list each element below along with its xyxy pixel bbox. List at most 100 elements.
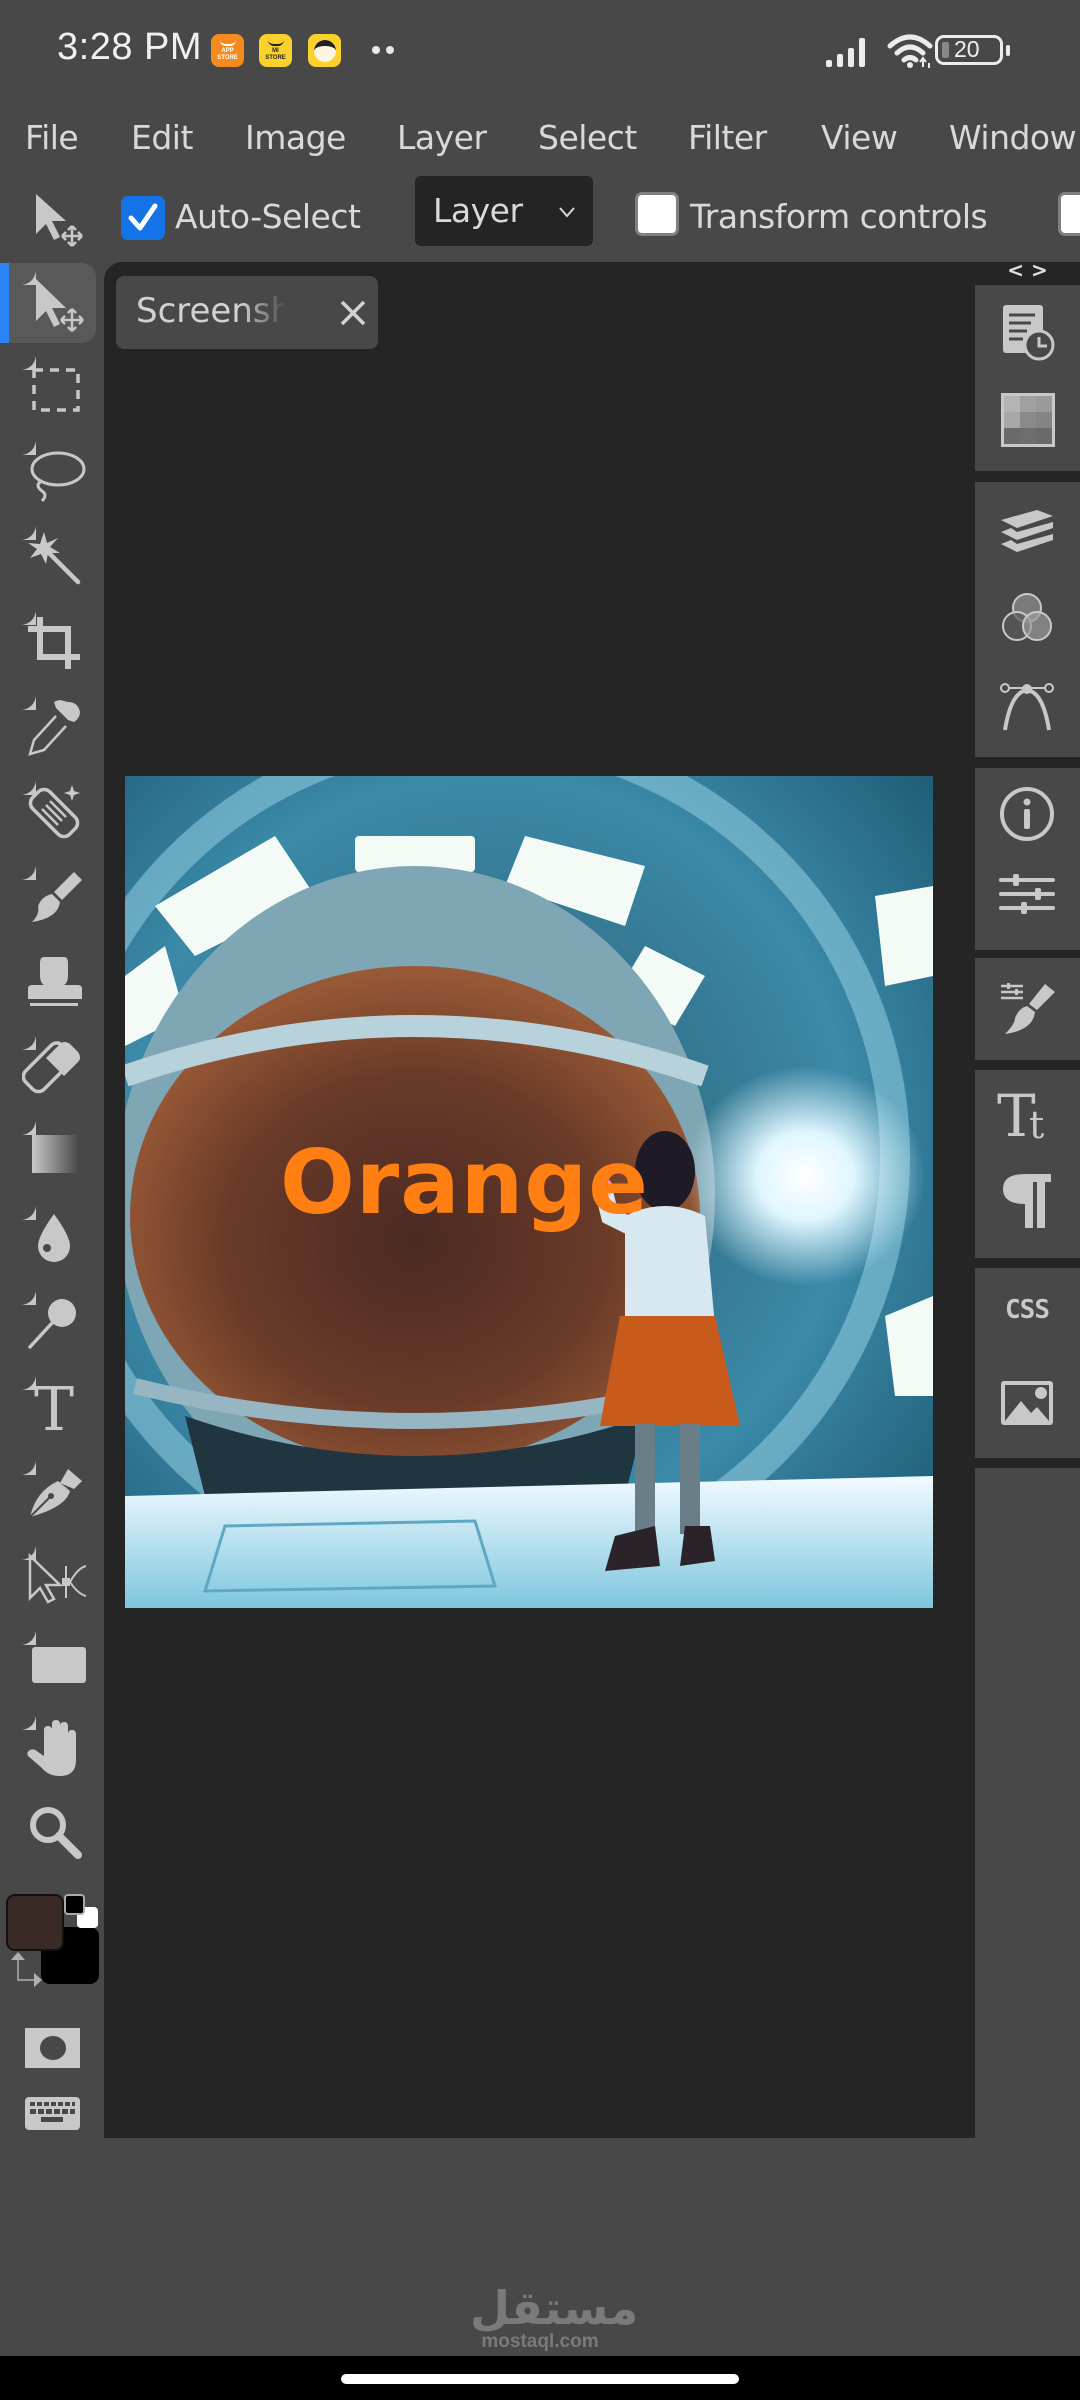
layers-icon: [1001, 510, 1053, 552]
tool-rectangle[interactable]: [8, 1623, 96, 1703]
canvas-text-layer[interactable]: Orange: [280, 1131, 649, 1234]
document-tab-name: Screenshot: [136, 291, 286, 331]
paragraph-icon: [1003, 1174, 1051, 1228]
auto-select-target-dropdown[interactable]: Layer: [415, 176, 593, 246]
keyboard-icon: [30, 2102, 75, 2122]
clock: 3:28 PM: [57, 26, 203, 68]
panel-group-layers: [975, 482, 1080, 757]
properties-panel-button[interactable]: [997, 868, 1057, 928]
menu-file[interactable]: File: [25, 100, 79, 176]
tool-healing-brush[interactable]: [8, 773, 96, 853]
channels-icon: [1002, 593, 1052, 641]
panel-collapse-toggle[interactable]: < >: [1000, 258, 1055, 282]
properties-icon: [999, 874, 1055, 914]
tool-crop[interactable]: [8, 603, 96, 683]
menu-image[interactable]: Image: [245, 100, 346, 176]
tool-path-selection[interactable]: [8, 1538, 96, 1618]
keyboard-button[interactable]: [25, 2097, 80, 2130]
menu-view[interactable]: View: [821, 100, 898, 176]
menu-layer[interactable]: Layer: [397, 100, 487, 176]
menu-filter[interactable]: Filter: [688, 100, 767, 176]
tool-type[interactable]: T: [8, 1368, 96, 1448]
panel-group-history-swatches: [975, 285, 1080, 471]
active-tool-indicator: [0, 263, 9, 343]
quick-mask-icon: [40, 2036, 66, 2060]
tool-pen[interactable]: [8, 1453, 96, 1533]
transform-controls-checkbox[interactable]: [635, 192, 679, 236]
tool-eraser[interactable]: [8, 1028, 96, 1108]
zoom-icon: [30, 1807, 82, 1859]
watermark-arabic: مستقل: [470, 2281, 639, 2335]
tool-lasso[interactable]: [8, 433, 96, 513]
auto-select-checkbox[interactable]: [121, 196, 165, 240]
home-indicator[interactable]: [341, 2374, 739, 2384]
tools-panel: T: [0, 262, 104, 2362]
tool-eyedropper[interactable]: [8, 688, 96, 768]
move-tool-icon: [36, 194, 83, 247]
tool-move[interactable]: [0, 263, 96, 343]
tool-brush[interactable]: [8, 858, 96, 938]
more-notifications-icon: [372, 46, 394, 54]
paths-panel-button[interactable]: [997, 674, 1057, 734]
default-colors-foreground[interactable]: [64, 1894, 85, 1915]
menu-edit[interactable]: Edit: [131, 100, 193, 176]
character-panel-button[interactable]: Tt: [997, 1082, 1057, 1150]
panel-group-css-image: CSS: [975, 1268, 1080, 1458]
color-swatches: [0, 1882, 104, 1992]
svg-text:t: t: [1029, 1103, 1044, 1142]
tool-gradient[interactable]: [8, 1113, 96, 1193]
tool-rectangular-marquee[interactable]: [8, 348, 96, 428]
extra-option-checkbox[interactable]: [1058, 192, 1080, 236]
system-nav-bar: [0, 2356, 1080, 2400]
layers-panel-button[interactable]: [997, 502, 1057, 562]
battery-icon: 20: [935, 35, 1010, 65]
menu-window[interactable]: Window: [949, 100, 1077, 176]
tool-hand[interactable]: [8, 1708, 96, 1788]
swatches-icon: [1001, 393, 1055, 447]
css-panel-button[interactable]: CSS: [997, 1290, 1057, 1330]
swatches-panel-button[interactable]: [997, 389, 1057, 449]
css-icon: CSS: [1005, 1295, 1050, 1325]
panel-group-brush-settings: [975, 958, 1080, 1060]
swap-colors-icon[interactable]: [8, 1952, 42, 1988]
panel-group-type: Tt: [975, 1070, 1080, 1258]
foreground-color-swatch[interactable]: [6, 1894, 64, 1951]
menu-bar: File Edit Image Layer Select Filter View…: [0, 100, 1080, 176]
image-panel-button[interactable]: [997, 1373, 1057, 1433]
options-bar: Auto-Select Layer Transform controls: [0, 176, 1080, 262]
close-icon[interactable]: [338, 298, 368, 328]
info-icon: [1000, 787, 1054, 841]
tool-dodge[interactable]: [8, 1283, 96, 1363]
panel-group-info-properties: [975, 768, 1080, 950]
watermark-latin: mostaql.com: [481, 2331, 599, 2352]
stamp-icon: [28, 957, 82, 1006]
quick-mask-button[interactable]: [25, 2028, 80, 2068]
tool-zoom[interactable]: [8, 1793, 96, 1873]
tool-blur[interactable]: [8, 1198, 96, 1278]
paragraph-panel-button[interactable]: [997, 1170, 1057, 1230]
panel-group-empty: [975, 1468, 1080, 2138]
menu-select[interactable]: Select: [538, 100, 637, 176]
info-panel-button[interactable]: [997, 784, 1057, 844]
brush-settings-panel-button[interactable]: [997, 978, 1057, 1038]
document-tab[interactable]: Screenshot: [116, 276, 378, 349]
mi-store-notification-icon: MI STORE: [259, 34, 292, 67]
tool-clone-stamp[interactable]: [8, 943, 96, 1023]
watermark: مستقل mostaql.com: [470, 2281, 639, 2353]
image-icon: [1001, 1381, 1053, 1425]
history-panel-button[interactable]: [997, 301, 1057, 361]
auto-select-label: Auto-Select: [175, 197, 361, 236]
brush-settings-icon: [1001, 983, 1055, 1034]
character-icon: Tt: [997, 1082, 1044, 1150]
battery-percent: 20: [954, 36, 980, 62]
channels-panel-button[interactable]: [997, 588, 1057, 648]
wifi-icon: [887, 34, 933, 68]
tool-magic-wand[interactable]: [8, 518, 96, 598]
paths-icon: [1000, 683, 1054, 731]
dropdown-value: Layer: [433, 191, 523, 230]
transform-controls-label: Transform controls: [690, 197, 988, 236]
canvas-image[interactable]: Orange: [125, 776, 933, 1608]
app-store-notification-icon: APP STORE: [211, 34, 244, 67]
svg-text:T: T: [34, 1376, 74, 1440]
signal-icon: [826, 38, 865, 67]
